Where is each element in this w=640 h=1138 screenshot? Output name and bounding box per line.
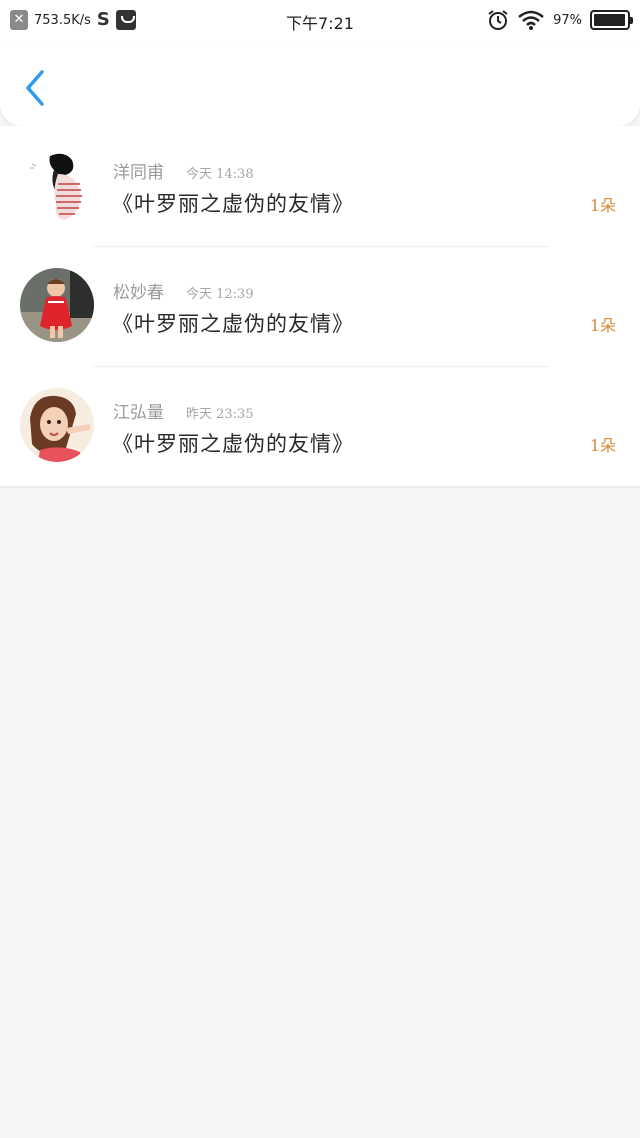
back-chevron-left-icon[interactable] xyxy=(18,68,52,108)
wifi-icon xyxy=(518,10,544,30)
list-item[interactable]: 洋同甫 今天 14:38 《叶罗丽之虚伪的友情》 1朵 xyxy=(0,126,640,246)
battery-fill xyxy=(594,14,626,26)
flower-count: 1朵 xyxy=(589,316,616,335)
status-right: 97% xyxy=(487,9,633,31)
sender-name[interactable]: 松妙春 xyxy=(113,278,164,303)
battery-icon xyxy=(590,10,633,30)
avatar[interactable] xyxy=(20,268,94,342)
sender-name[interactable]: 江弘量 xyxy=(113,398,164,423)
gift-list: 洋同甫 今天 14:38 《叶罗丽之虚伪的友情》 1朵 松妙春 今天 12:39… xyxy=(0,126,640,488)
item-meta: 洋同甫 今天 14:38 xyxy=(113,158,254,183)
list-divider xyxy=(0,486,640,488)
work-title[interactable]: 《叶罗丽之虚伪的友情》 xyxy=(112,428,354,458)
sent-time: 今天 14:38 xyxy=(186,167,254,182)
work-title[interactable]: 《叶罗丽之虚伪的友情》 xyxy=(112,308,354,338)
list-item[interactable]: 松妙春 今天 12:39 《叶罗丽之虚伪的友情》 1朵 xyxy=(0,246,640,366)
avatar[interactable] xyxy=(20,388,94,462)
sent-time: 昨天 23:35 xyxy=(186,407,254,422)
alarm-icon xyxy=(488,10,508,30)
flower-count: 1朵 xyxy=(589,196,616,215)
list-item[interactable]: 江弘量 昨天 23:35 《叶罗丽之虚伪的友情》 1朵 xyxy=(0,366,640,486)
item-meta: 江弘量 昨天 23:35 xyxy=(113,398,254,423)
avatar[interactable] xyxy=(20,148,94,222)
battery-percent: 97% xyxy=(553,12,582,28)
top-nav-bar xyxy=(0,42,640,126)
sender-name[interactable]: 洋同甫 xyxy=(113,158,164,183)
work-title[interactable]: 《叶罗丽之虚伪的友情》 xyxy=(112,188,354,218)
item-meta: 松妙春 今天 12:39 xyxy=(113,278,254,303)
status-bar: ✕ 753.5K/s S 下午7:21 97% xyxy=(0,0,640,42)
flower-count: 1朵 xyxy=(589,436,616,455)
sent-time: 今天 12:39 xyxy=(186,287,254,302)
